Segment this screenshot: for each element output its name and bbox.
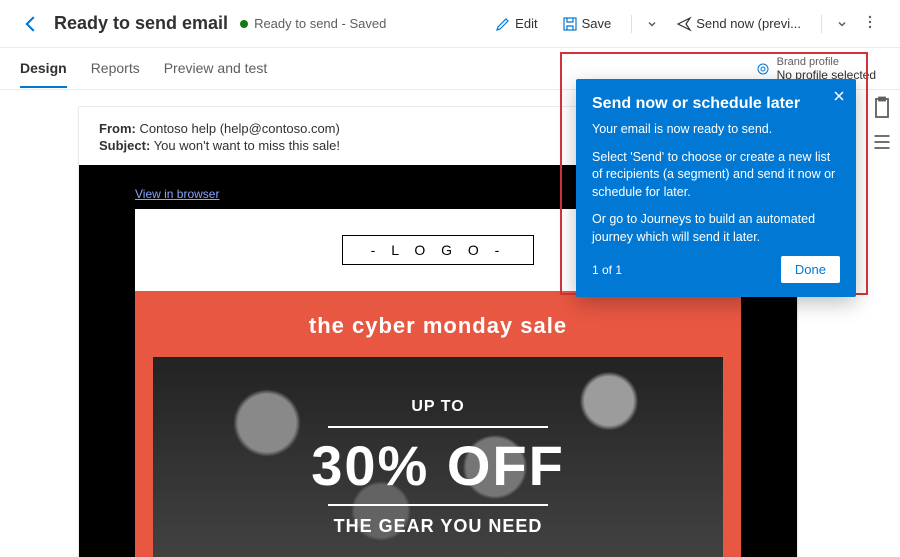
arrow-left-icon xyxy=(20,13,42,35)
gear-text: THE GEAR YOU NEED xyxy=(334,516,543,537)
tab-preview[interactable]: Preview and test xyxy=(164,50,268,88)
edit-label: Edit xyxy=(515,16,537,31)
hero-image: UP TO 30% OFF THE GEAR YOU NEED xyxy=(153,357,723,557)
hero-copy: UP TO 30% OFF THE GEAR YOU NEED xyxy=(153,357,723,557)
right-rail xyxy=(870,96,894,154)
hero-band: the cyber monday sale UP TO 30% OFF THE … xyxy=(135,291,741,557)
coach-close-button[interactable] xyxy=(832,89,846,106)
separator xyxy=(821,15,822,33)
list-icon xyxy=(870,130,894,154)
clipboard-icon xyxy=(870,96,894,120)
coach-line1: Your email is now ready to send. xyxy=(592,121,840,139)
page-title: Ready to send email xyxy=(54,13,228,34)
tab-design[interactable]: Design xyxy=(20,50,67,88)
status-dot-icon xyxy=(240,20,248,28)
hero-title: the cyber monday sale xyxy=(153,313,723,339)
more-vertical-icon xyxy=(868,14,872,30)
send-icon xyxy=(676,16,692,32)
percent-off: 30% OFF xyxy=(311,438,565,494)
coach-line3: Or go to Journeys to build an automated … xyxy=(592,211,840,246)
chevron-down-icon[interactable] xyxy=(646,18,658,30)
top-bar: Ready to send email Ready to send - Save… xyxy=(0,0,900,48)
divider-line xyxy=(328,504,548,506)
coach-step: 1 of 1 xyxy=(592,263,622,277)
from-value: Contoso help (help@contoso.com) xyxy=(139,121,339,136)
subject-value: You won't want to miss this sale! xyxy=(154,138,340,153)
status-text: Ready to send - Saved xyxy=(254,16,386,31)
save-label: Save xyxy=(582,16,612,31)
status: Ready to send - Saved xyxy=(240,16,386,31)
gear-icon xyxy=(755,61,771,77)
back-button[interactable] xyxy=(20,13,42,35)
more-button[interactable] xyxy=(860,14,880,33)
rail-clipboard-button[interactable] xyxy=(870,96,894,120)
from-label: From: xyxy=(99,121,136,136)
separator xyxy=(631,15,632,33)
coach-line2: Select 'Send' to choose or create a new … xyxy=(592,149,840,202)
view-in-browser-link[interactable]: View in browser xyxy=(135,187,219,201)
save-button[interactable]: Save xyxy=(556,12,618,36)
save-icon xyxy=(562,16,578,32)
send-now-button[interactable]: Send now (previ... xyxy=(670,12,807,36)
done-button[interactable]: Done xyxy=(781,256,840,283)
pencil-icon xyxy=(495,16,511,32)
brand-profile-label: Brand profile xyxy=(777,56,876,68)
close-icon xyxy=(832,89,846,103)
brand-profile[interactable]: Brand profile No profile selected xyxy=(755,56,880,82)
upto-text: UP TO xyxy=(411,398,464,416)
edit-button[interactable]: Edit xyxy=(489,12,543,36)
subject-label: Subject: xyxy=(99,138,150,153)
send-label: Send now (previ... xyxy=(696,16,801,31)
divider-line xyxy=(328,426,548,428)
rail-list-button[interactable] xyxy=(870,130,894,154)
logo-placeholder: - L O G O - xyxy=(342,235,535,265)
coach-title: Send now or schedule later xyxy=(592,95,840,113)
tab-reports[interactable]: Reports xyxy=(91,50,140,88)
coach-mark: Send now or schedule later Your email is… xyxy=(576,79,856,297)
chevron-down-icon[interactable] xyxy=(836,18,848,30)
